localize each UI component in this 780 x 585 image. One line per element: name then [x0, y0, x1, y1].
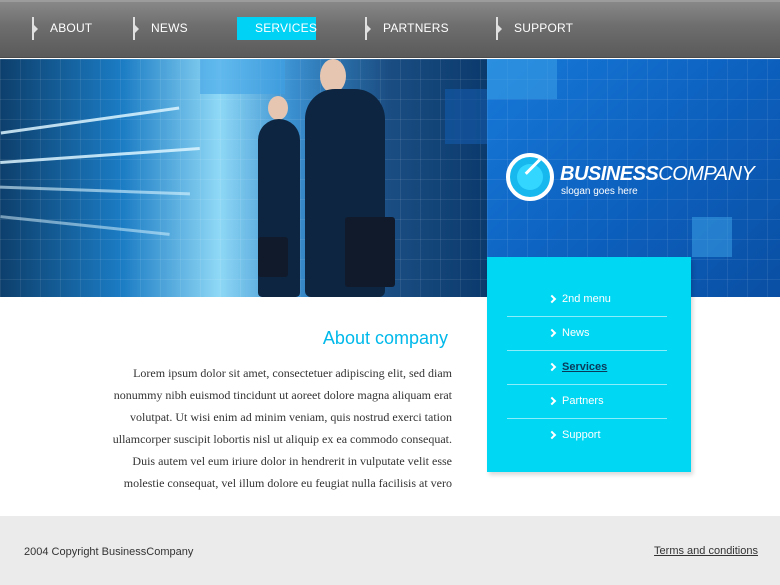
about-text: Lorem ipsum dolor sit amet, consectetuer… [110, 362, 452, 494]
text-line: nonummy nibh euismod tincidunt ut aoreet… [113, 388, 452, 402]
chevron-right-icon [547, 430, 557, 440]
decor-square [200, 59, 285, 94]
photo-grid-overlay [0, 59, 487, 297]
copyright-text: 2004 Copyright BusinessCompany [24, 546, 194, 558]
nav-shine [0, 0, 780, 2]
side-menu-item-label: Partners [562, 395, 604, 407]
brand-name: BUSINESSCOMPANY [560, 163, 755, 186]
nav-item-label: NEWS [151, 21, 188, 35]
nav-item-services[interactable]: SERVICES [237, 17, 317, 40]
nav-item-label: PARTNERS [383, 21, 449, 35]
text-line: Duis autem vel eum iriure dolor in hendr… [132, 454, 452, 468]
nav-arrow-icon [367, 25, 371, 33]
text-line: volutpat. Ut wisi enim ad minim veniam, … [130, 410, 452, 424]
logo-icon [506, 153, 554, 201]
side-menu-item-label: Services [562, 361, 608, 373]
decor-square [487, 59, 557, 99]
page-title: About company [322, 328, 448, 348]
side-menu-item-label: 2nd menu [562, 293, 611, 305]
person-head [320, 59, 346, 93]
side-menu-item-support[interactable]: Support [507, 419, 667, 453]
side-menu-item-partners[interactable]: Partners [507, 385, 667, 419]
briefcase [258, 237, 288, 277]
side-menu-item-label: Support [562, 429, 601, 441]
nav-item-label: SERVICES [255, 21, 318, 35]
nav-item-support[interactable]: SUPPORT [496, 17, 586, 40]
decor-square [445, 89, 487, 144]
decor-square [692, 217, 732, 257]
nav-item-about[interactable]: ABOUT [32, 17, 112, 40]
side-menu-item-label: News [562, 327, 590, 339]
nav-item-label: SUPPORT [514, 21, 574, 35]
text-line: Lorem ipsum dolor sit amet, consectetuer… [133, 366, 452, 380]
side-menu: 2nd menu News Services Partners Support [487, 257, 691, 472]
chevron-right-icon [547, 362, 557, 372]
brand-slogan: slogan goes here [561, 186, 638, 197]
brand-name-thin: COMPANY [658, 163, 755, 185]
nav-arrow-icon [498, 25, 502, 33]
briefcase [345, 217, 395, 287]
footer: 2004 Copyright BusinessCompany Terms and… [0, 516, 780, 585]
nav-arrow-icon [34, 25, 38, 33]
side-menu-item-news[interactable]: News [507, 317, 667, 351]
nav-arrow-icon [135, 25, 139, 33]
chevron-right-icon [547, 294, 557, 304]
top-navigation: ABOUT NEWS SERVICES PARTNERS SUPPORT [0, 0, 780, 58]
nav-item-news[interactable]: NEWS [133, 17, 213, 40]
text-line: molestie consequat, vel illum dolore eu … [123, 476, 452, 490]
brand-name-bold: BUSINESS [560, 163, 659, 185]
nav-item-label: ABOUT [50, 21, 93, 35]
terms-link[interactable]: Terms and conditions [654, 545, 758, 557]
side-menu-item-2nd-menu[interactable]: 2nd menu [507, 283, 667, 317]
text-line: ullamcorper suscipit lobortis nisl ut al… [112, 432, 452, 446]
chevron-right-icon [547, 396, 557, 406]
hero-photo [0, 59, 487, 297]
side-menu-item-services[interactable]: Services [507, 351, 667, 385]
chevron-right-icon [547, 328, 557, 338]
nav-item-partners[interactable]: PARTNERS [365, 17, 455, 40]
person-head [268, 96, 288, 120]
